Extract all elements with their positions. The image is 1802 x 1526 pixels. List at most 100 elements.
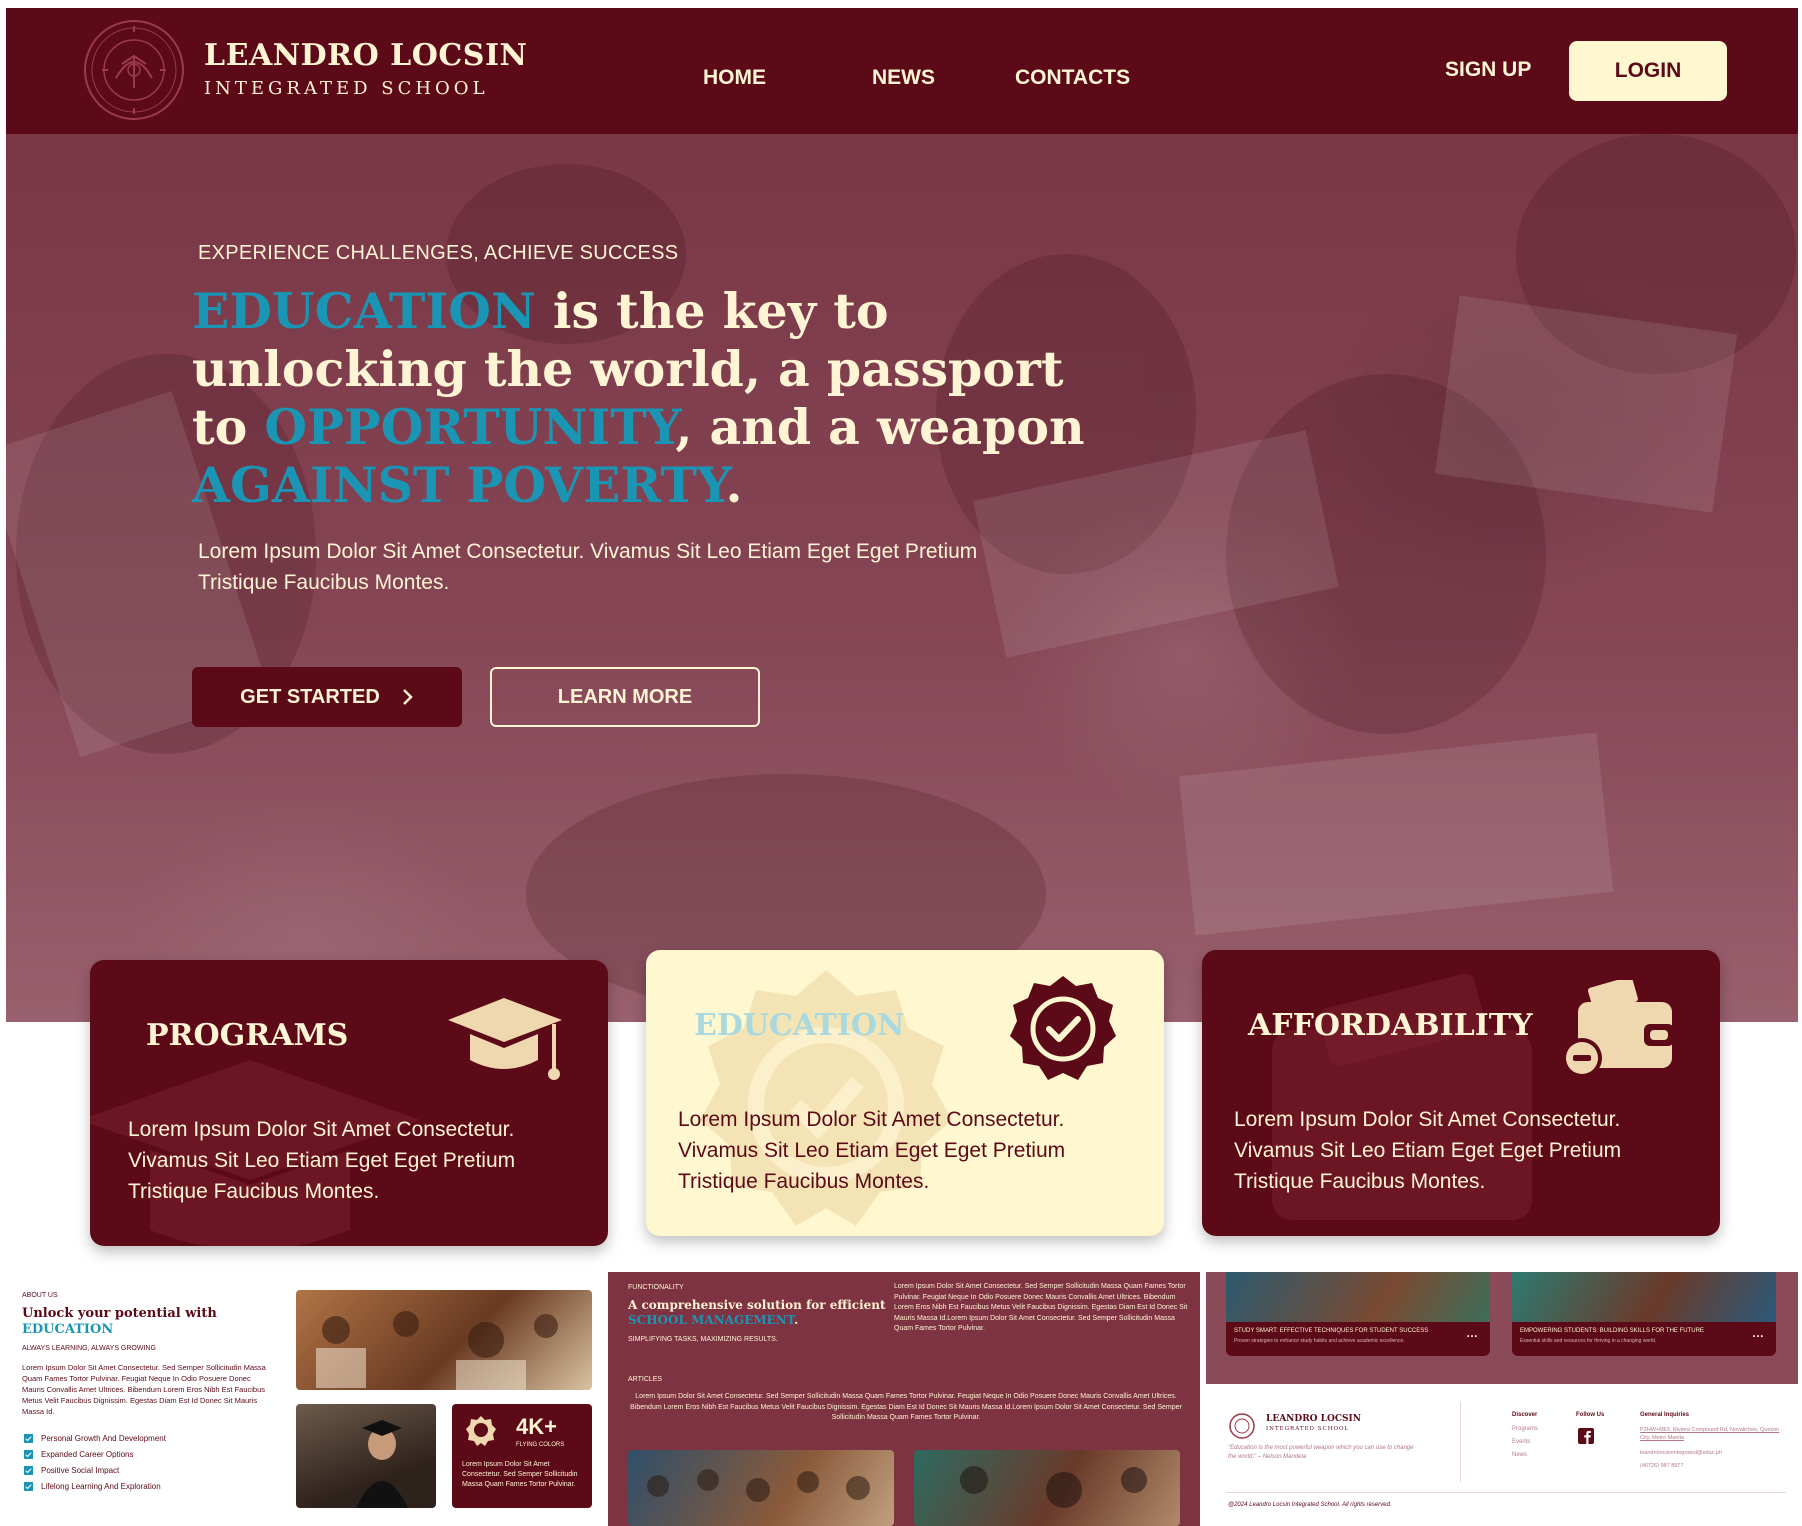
about-preview: ABOUT US Unlock your potential with EDUC… bbox=[6, 1272, 604, 1520]
article-photo-2-detail bbox=[960, 1466, 1147, 1508]
learn-more-button[interactable]: LEARN MORE bbox=[490, 667, 760, 727]
article-card-1-photo bbox=[1226, 1272, 1490, 1322]
more-options-icon[interactable]: … bbox=[1752, 1326, 1764, 1340]
about-heading-highlight: EDUCATION bbox=[22, 1322, 114, 1337]
footer-discover-label: Discover bbox=[1512, 1412, 1538, 1418]
nav-contacts[interactable]: CONTACTS bbox=[1015, 66, 1130, 90]
stat-card: 4K+ FLYING COLORS Lorem Ipsum Dolor Sit … bbox=[452, 1404, 592, 1508]
articles-label: ARTICLES bbox=[628, 1376, 663, 1383]
hero-section: EXPERIENCE CHALLENGES, ACHIEVE SUCCESS E… bbox=[6, 134, 1798, 1022]
checklist-item: Lifelong Learning And Exploration bbox=[24, 1478, 166, 1494]
checklist-label: Expanded Career Options bbox=[41, 1449, 134, 1459]
footer-brand-sub: INTEGRATED SCHOOL bbox=[1266, 1426, 1350, 1432]
checklist-item: Expanded Career Options bbox=[24, 1446, 166, 1462]
get-started-button[interactable]: GET STARTED bbox=[192, 667, 462, 727]
footer-divider bbox=[1460, 1402, 1461, 1482]
checklist-label: Personal Growth And Development bbox=[41, 1433, 166, 1443]
footer-address[interactable]: P2HW+M63, Riviera Compound Rd, Novaliche… bbox=[1640, 1426, 1782, 1442]
footer-quote: "Education is the most powerful weapon w… bbox=[1228, 1445, 1414, 1460]
article-photo-1-detail bbox=[647, 1469, 870, 1502]
stat-text: Lorem Ipsum Dolor Sit Amet Consectetur. … bbox=[462, 1461, 578, 1488]
articles-text: Lorem Ipsum Dolor Sit Amet Consectetur. … bbox=[630, 1393, 1182, 1421]
nav-news[interactable]: NEWS bbox=[872, 66, 935, 90]
footer-brand-name: LEANDRO LOCSIN bbox=[1266, 1414, 1361, 1424]
about-label: ABOUT US bbox=[22, 1292, 58, 1299]
footer-seal-logo[interactable] bbox=[1228, 1412, 1256, 1440]
affordability-card[interactable]: AFFORDABILITY Lorem Ipsum Dolor Sit Amet… bbox=[1202, 950, 1720, 1236]
footer-phone: (46726) 987 8977 bbox=[1640, 1463, 1684, 1469]
checkbox-icon bbox=[24, 1433, 33, 1443]
site-header: LEANDRO LOCSIN INTEGRATED SCHOOL HOME NE… bbox=[6, 8, 1798, 134]
checklist-label: Positive Social Impact bbox=[41, 1465, 120, 1475]
functionality-preview: FUNCTIONALITY A comprehensive solution f… bbox=[608, 1272, 1200, 1526]
card-text-education: Lorem Ipsum Dolor Sit Amet Consectetur. … bbox=[678, 1108, 1066, 1193]
footer-bottom-divider bbox=[1226, 1492, 1786, 1493]
graduate-photo bbox=[296, 1404, 436, 1508]
footer-follow-label: Follow Us bbox=[1576, 1412, 1605, 1418]
about-heading-text: Unlock your potential with bbox=[22, 1306, 217, 1321]
article-photo-2[interactable] bbox=[914, 1450, 1180, 1526]
headline-highlight-poverty: AGAINST POVERTY bbox=[192, 456, 726, 514]
functionality-side-text: Lorem Ipsum Dolor Sit Amet Consectetur. … bbox=[894, 1283, 1188, 1332]
footer-link-events[interactable]: Events bbox=[1512, 1439, 1530, 1445]
about-sub: ALWAYS LEARNING, ALWAYS GROWING bbox=[22, 1345, 156, 1352]
functionality-heading-end: . bbox=[794, 1313, 799, 1327]
article-card-2-desc: Essential skills and resources for thriv… bbox=[1520, 1338, 1657, 1344]
about-checklist: Personal Growth And Development Expanded… bbox=[24, 1430, 166, 1494]
article-card-1-desc: Proven strategies to enhance study habit… bbox=[1234, 1338, 1405, 1344]
checklist-label: Lifelong Learning And Exploration bbox=[41, 1481, 161, 1491]
card-title-education: EDUCATION bbox=[694, 1008, 905, 1043]
article-card-2-photo bbox=[1512, 1272, 1776, 1322]
classroom-photo-detail bbox=[316, 1311, 558, 1390]
login-button[interactable]: LOGIN bbox=[1569, 41, 1727, 101]
education-card[interactable]: EDUCATION Lorem Ipsum Dolor Sit Amet Con… bbox=[646, 950, 1164, 1236]
get-started-label: GET STARTED bbox=[240, 685, 380, 708]
article-card-1-title: STUDY SMART: EFFECTIVE TECHNIQUES FOR ST… bbox=[1234, 1328, 1429, 1334]
chevron-right-icon bbox=[402, 689, 413, 705]
headline-period: . bbox=[725, 456, 743, 514]
footer-inquiries-label: General Inquiries bbox=[1640, 1412, 1690, 1418]
checklist-item: Positive Social Impact bbox=[24, 1462, 166, 1478]
headline-highlight-opportunity: OPPORTUNITY bbox=[264, 398, 676, 456]
hero-eyebrow: EXPERIENCE CHALLENGES, ACHIEVE SUCCESS bbox=[198, 242, 679, 264]
functionality-heading: A comprehensive solution for efficient S… bbox=[628, 1298, 898, 1328]
sign-up-link[interactable]: SIGN UP bbox=[1445, 58, 1531, 82]
headline-text-2: , and a weapon bbox=[675, 398, 1085, 456]
stat-label: FLYING COLORS bbox=[516, 1442, 565, 1448]
functionality-heading-highlight: SCHOOL MANAGEMENT bbox=[628, 1313, 795, 1327]
card-text-affordability: Lorem Ipsum Dolor Sit Amet Consectetur. … bbox=[1234, 1108, 1622, 1193]
classroom-photo bbox=[296, 1290, 592, 1390]
hero-description: Lorem Ipsum Dolor Sit Amet Consectetur. … bbox=[198, 540, 978, 594]
checkbox-icon bbox=[24, 1481, 33, 1491]
checklist-item: Personal Growth And Development bbox=[24, 1430, 166, 1446]
more-options-icon[interactable]: … bbox=[1466, 1326, 1478, 1340]
about-body: Lorem Ipsum Dolor Sit Amet Consectetur. … bbox=[22, 1363, 266, 1416]
checkbox-icon bbox=[24, 1449, 33, 1459]
headline-highlight-education: EDUCATION bbox=[192, 282, 536, 340]
card-title-programs: PROGRAMS bbox=[146, 1018, 349, 1053]
hero-headline: EDUCATION is the key to unlocking the wo… bbox=[192, 282, 1092, 514]
card-text-programs: Lorem Ipsum Dolor Sit Amet Consectetur. … bbox=[128, 1118, 516, 1203]
facebook-icon[interactable] bbox=[1578, 1428, 1594, 1444]
brand-name: LEANDRO LOCSIN bbox=[204, 38, 528, 73]
nav-home[interactable]: HOME bbox=[703, 66, 766, 90]
school-seal-logo[interactable] bbox=[82, 18, 186, 122]
card-title-affordability: AFFORDABILITY bbox=[1248, 1008, 1533, 1043]
article-card-2[interactable]: EMPOWERING STUDENTS: BUILDING SKILLS FOR… bbox=[1512, 1272, 1776, 1356]
wallet-icon bbox=[1562, 980, 1674, 1078]
functionality-heading-text: A comprehensive solution for efficient bbox=[628, 1298, 886, 1312]
stat-value: 4K+ bbox=[516, 1414, 557, 1439]
functionality-label: FUNCTIONALITY bbox=[628, 1284, 684, 1291]
award-icon bbox=[466, 1416, 496, 1446]
footer-copyright: @2024 Leandro Locsin Integrated School. … bbox=[1228, 1502, 1392, 1508]
footer-preview: STUDY SMART: EFFECTIVE TECHNIQUES FOR ST… bbox=[1206, 1272, 1798, 1526]
footer-email[interactable]: leandrolocsinintegrated@educ.ph bbox=[1640, 1450, 1722, 1456]
footer-link-programs[interactable]: Programs bbox=[1512, 1426, 1538, 1432]
programs-card[interactable]: PROGRAMS Lorem Ipsum Dolor Sit Amet Cons… bbox=[90, 960, 608, 1246]
functionality-sub: SIMPLIFYING TASKS, MAXIMIZING RESULTS. bbox=[628, 1336, 778, 1343]
graduate-photo-detail bbox=[356, 1420, 408, 1508]
article-photo-1[interactable] bbox=[628, 1450, 894, 1526]
footer-link-news[interactable]: News bbox=[1512, 1452, 1527, 1458]
article-card-1[interactable]: STUDY SMART: EFFECTIVE TECHNIQUES FOR ST… bbox=[1226, 1272, 1490, 1356]
article-card-2-title: EMPOWERING STUDENTS: BUILDING SKILLS FOR… bbox=[1520, 1328, 1704, 1334]
